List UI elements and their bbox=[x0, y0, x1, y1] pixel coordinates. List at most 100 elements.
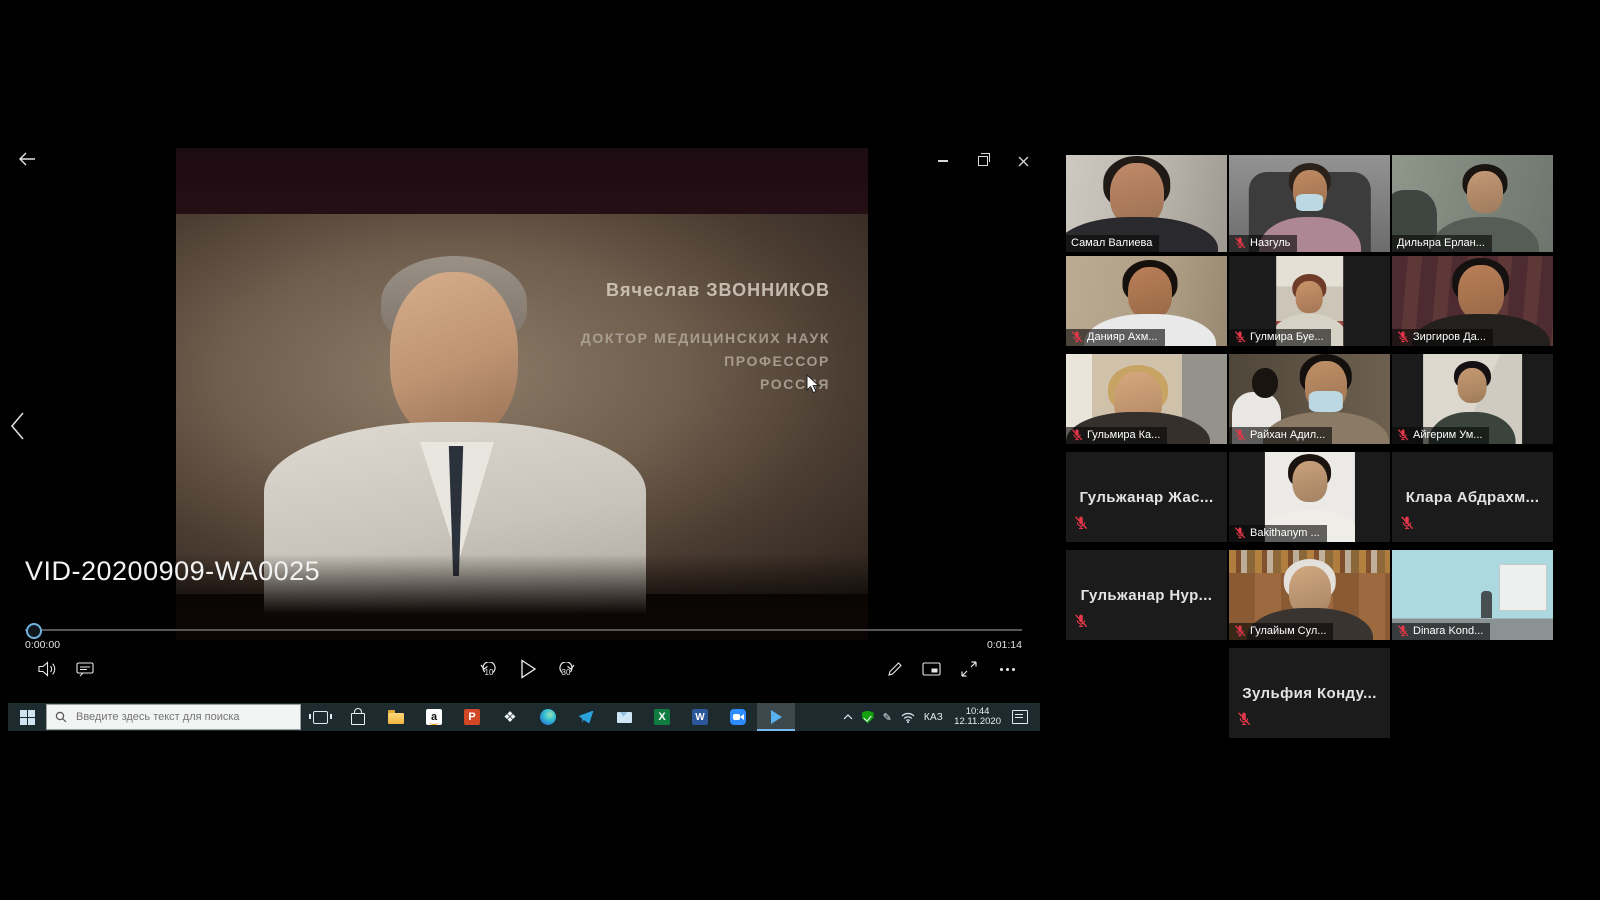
participant-name: Дильяра Ерлан... bbox=[1397, 237, 1485, 249]
taskbar-app-powerpoint[interactable]: P bbox=[453, 703, 491, 731]
participant-name-label: Bakithanym ... bbox=[1229, 525, 1327, 542]
participant-tile[interactable]: Гульжанар Нур... bbox=[1066, 550, 1227, 640]
mute-indicator bbox=[1074, 614, 1088, 633]
desktop-root: { "player": { "title": "VID-20200909-WA0… bbox=[0, 0, 1600, 900]
minimize-button[interactable] bbox=[932, 152, 954, 170]
language-indicator[interactable]: КАЗ bbox=[924, 712, 943, 723]
seek-handle[interactable] bbox=[26, 623, 42, 639]
taskbar-app-zoom[interactable] bbox=[719, 703, 757, 731]
taskbar-app-amazon[interactable]: a bbox=[415, 703, 453, 731]
participant-name-label: Гульмира Ка... bbox=[1066, 427, 1167, 444]
taskbar-app-telegram[interactable] bbox=[567, 703, 605, 731]
telegram-icon bbox=[579, 711, 594, 724]
participant-tile[interactable]: Зиргиров Да... bbox=[1392, 256, 1553, 346]
participant-tile[interactable]: Клара Абдрахм... bbox=[1392, 452, 1553, 542]
play-button[interactable] bbox=[515, 656, 541, 682]
taskbar-app-file-explorer[interactable] bbox=[377, 703, 415, 731]
taskbar-app-excel[interactable]: X bbox=[643, 703, 681, 731]
participant-tile[interactable]: Айгерим Ум... bbox=[1392, 354, 1553, 444]
tray-chevron-button[interactable] bbox=[843, 714, 853, 720]
pen-tray-button[interactable]: ✎ bbox=[883, 711, 892, 724]
search-input[interactable] bbox=[74, 710, 278, 724]
back-button[interactable] bbox=[18, 152, 40, 172]
participant-name-label: Айгерим Ум... bbox=[1392, 427, 1489, 444]
mic-muted-icon bbox=[1237, 712, 1251, 726]
participant-tile[interactable]: Зульфия Конду... bbox=[1229, 648, 1390, 738]
picture-in-picture-icon bbox=[922, 662, 941, 676]
previous-item-button[interactable] bbox=[10, 412, 32, 442]
skip-forward-button[interactable]: 30 bbox=[553, 656, 579, 682]
mute-indicator bbox=[1400, 516, 1414, 535]
participant-tile[interactable]: Дильяра Ерлан... bbox=[1392, 155, 1553, 252]
participant-tile[interactable]: Dinara Kond... bbox=[1392, 550, 1553, 640]
windows-logo-icon bbox=[20, 710, 35, 725]
taskbar-app-edge[interactable] bbox=[529, 703, 567, 731]
taskbar-search[interactable] bbox=[46, 704, 301, 730]
volume-button[interactable] bbox=[34, 656, 60, 682]
participant-name: Гульжанар Нур... bbox=[1066, 550, 1227, 640]
participant-tile[interactable]: Гулайым Сул... bbox=[1229, 550, 1390, 640]
system-tray: ✎ КАЗ 10:44 12.11.2020 bbox=[843, 703, 1040, 731]
shared-screen-window: Вячеслав ЗВОННИКОВ ДОКТОР МЕДИЦИНСКИХ НА… bbox=[8, 148, 1040, 731]
mini-player-button[interactable] bbox=[918, 656, 944, 682]
mic-muted-icon bbox=[1074, 516, 1088, 530]
participant-tile[interactable]: Самал Валиева bbox=[1066, 155, 1227, 252]
taskbar-clock[interactable]: 10:44 12.11.2020 bbox=[952, 707, 1003, 727]
participant-name-label: Самал Валиева bbox=[1066, 235, 1159, 252]
taskbar-app-word[interactable]: W bbox=[681, 703, 719, 731]
zoom-app-icon bbox=[730, 709, 746, 725]
restore-button[interactable] bbox=[972, 152, 994, 170]
window-titlebar bbox=[8, 148, 1040, 176]
participant-tile[interactable]: Гулмира Буе... bbox=[1229, 256, 1390, 346]
wifi-tray-button[interactable] bbox=[901, 712, 915, 723]
skip-forward-label: 30 bbox=[562, 668, 571, 677]
participant-name-label: Райхан Адил... bbox=[1229, 427, 1332, 444]
seek-track[interactable] bbox=[25, 629, 1022, 631]
action-center-icon bbox=[1012, 710, 1028, 724]
participant-name: Зиргиров Да... bbox=[1413, 331, 1486, 343]
store-icon bbox=[351, 713, 365, 725]
action-center-button[interactable] bbox=[1012, 710, 1028, 724]
mic-muted-icon bbox=[1234, 429, 1246, 441]
task-view-icon bbox=[313, 711, 328, 724]
start-button[interactable] bbox=[8, 703, 46, 731]
participant-tile[interactable]: Райхан Адил... bbox=[1229, 354, 1390, 444]
word-icon: W bbox=[692, 709, 708, 725]
taskbar-app-dropbox[interactable]: ❖ bbox=[491, 703, 529, 731]
close-button[interactable] bbox=[1012, 152, 1034, 170]
mic-muted-icon bbox=[1400, 516, 1414, 530]
clock-date: 12.11.2020 bbox=[954, 717, 1001, 727]
search-icon bbox=[55, 711, 67, 723]
skip-back-button[interactable]: 10 bbox=[476, 656, 502, 682]
taskbar-app-mail[interactable] bbox=[605, 703, 643, 731]
mic-muted-icon bbox=[1234, 527, 1246, 539]
chevron-up-icon bbox=[843, 714, 853, 720]
participant-tile[interactable]: Гульмира Ка... bbox=[1066, 354, 1227, 444]
taskbar-app-films-tv[interactable] bbox=[757, 703, 795, 731]
seek-bar[interactable] bbox=[25, 623, 1022, 637]
mail-icon bbox=[617, 712, 632, 723]
powerpoint-icon: P bbox=[464, 709, 480, 725]
fullscreen-button[interactable] bbox=[956, 656, 982, 682]
file-explorer-icon bbox=[388, 713, 404, 724]
participant-tile[interactable]: Данияр Ахм... bbox=[1066, 256, 1227, 346]
participant-name-label: Данияр Ахм... bbox=[1066, 329, 1165, 346]
security-tray-button[interactable] bbox=[862, 711, 874, 724]
duration-time: 0:01:14 bbox=[987, 639, 1022, 651]
more-options-button[interactable] bbox=[994, 656, 1020, 682]
participant-name: Гулмира Буе... bbox=[1250, 331, 1324, 343]
ellipsis-icon bbox=[1000, 668, 1015, 671]
taskbar-app-store[interactable] bbox=[339, 703, 377, 731]
participant-name-label: Гулмира Буе... bbox=[1229, 329, 1331, 346]
mute-indicator bbox=[1074, 516, 1088, 535]
participant-name-label: Дильяра Ерлан... bbox=[1392, 235, 1492, 252]
participant-name-label: Зиргиров Да... bbox=[1392, 329, 1493, 346]
edit-button[interactable] bbox=[882, 656, 908, 682]
captions-button[interactable] bbox=[72, 656, 98, 682]
participant-tile[interactable]: Bakithanym ... bbox=[1229, 452, 1390, 542]
participant-tile[interactable]: Назгуль bbox=[1229, 155, 1390, 252]
participant-tile[interactable]: Гульжанар Жас... bbox=[1066, 452, 1227, 542]
shield-check-icon bbox=[862, 711, 874, 724]
taskbar-apps: aP ❖ XW bbox=[301, 703, 795, 731]
taskbar-app-task-view[interactable] bbox=[301, 703, 339, 731]
